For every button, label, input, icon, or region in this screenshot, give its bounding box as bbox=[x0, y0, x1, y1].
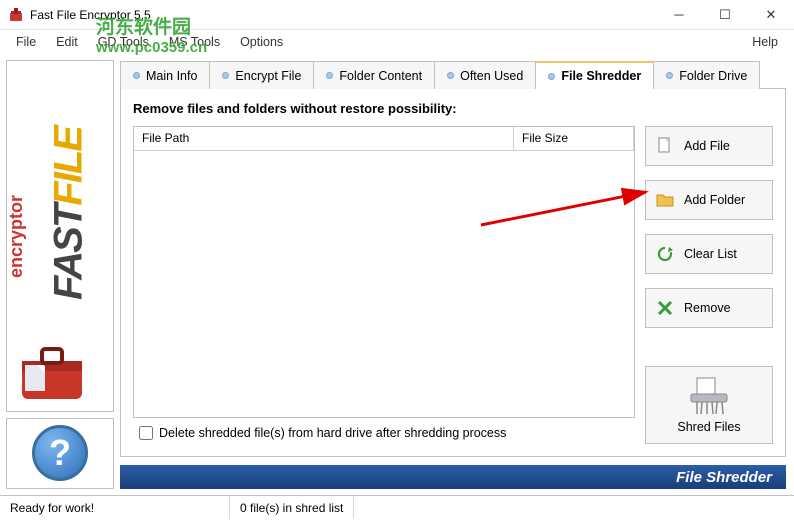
dot-icon bbox=[222, 72, 229, 79]
button-label: Add Folder bbox=[684, 193, 745, 207]
clear-list-button[interactable]: Clear List bbox=[645, 234, 773, 274]
column-headers: File Path File Size bbox=[134, 127, 634, 151]
tab-label: Often Used bbox=[460, 69, 523, 83]
button-label: Remove bbox=[684, 301, 731, 315]
briefcase-icon bbox=[17, 343, 87, 403]
menu-ms-tools[interactable]: MS Tools bbox=[159, 32, 230, 52]
maximize-button[interactable]: ☐ bbox=[702, 0, 748, 30]
tab-file-shredder[interactable]: File Shredder bbox=[535, 61, 654, 89]
delete-checkbox-row[interactable]: Delete shredded file(s) from hard drive … bbox=[133, 418, 635, 444]
logo-file: FILE bbox=[47, 127, 91, 206]
tab-encrypt-file[interactable]: Encrypt File bbox=[209, 61, 314, 89]
menubar: File Edit GD Tools MS Tools Options Help bbox=[0, 30, 794, 54]
refresh-icon bbox=[656, 245, 674, 263]
minimize-button[interactable]: ─ bbox=[656, 0, 702, 30]
file-icon bbox=[656, 137, 674, 155]
titlebar: Fast File Encryptor 5.5 ─ ☐ ✕ bbox=[0, 0, 794, 30]
remove-button[interactable]: Remove bbox=[645, 288, 773, 328]
tab-label: Folder Drive bbox=[679, 69, 747, 83]
tab-folder-drive[interactable]: Folder Drive bbox=[653, 61, 760, 89]
delete-checkbox-label: Delete shredded file(s) from hard drive … bbox=[159, 426, 506, 440]
statusbar: Ready for work! 0 file(s) in shred list bbox=[0, 495, 794, 519]
panel-heading: Remove files and folders without restore… bbox=[133, 101, 773, 116]
menu-edit[interactable]: Edit bbox=[46, 32, 88, 52]
status-count: 0 file(s) in shred list bbox=[230, 496, 354, 519]
tab-label: Encrypt File bbox=[235, 69, 301, 83]
help-panel: ? bbox=[6, 418, 114, 489]
col-file-path[interactable]: File Path bbox=[134, 127, 514, 150]
tab-label: File Shredder bbox=[561, 69, 641, 83]
help-button[interactable]: ? bbox=[32, 425, 88, 481]
menu-help[interactable]: Help bbox=[742, 32, 788, 52]
logo-panel: encryptor FASTFILE bbox=[6, 60, 114, 412]
remove-icon bbox=[656, 299, 674, 317]
status-ready: Ready for work! bbox=[0, 496, 230, 519]
button-label: Shred Files bbox=[677, 420, 740, 434]
button-label: Clear List bbox=[684, 247, 737, 261]
shredder-icon bbox=[689, 376, 729, 416]
main-panel: Remove files and folders without restore… bbox=[120, 88, 786, 457]
dot-icon bbox=[666, 72, 673, 79]
window-title: Fast File Encryptor 5.5 bbox=[30, 8, 656, 22]
footer-bar: File Shredder bbox=[120, 465, 786, 489]
logo-fast: FAST bbox=[47, 206, 91, 300]
close-button[interactable]: ✕ bbox=[748, 0, 794, 30]
menu-file[interactable]: File bbox=[6, 32, 46, 52]
file-list[interactable]: File Path File Size bbox=[133, 126, 635, 418]
menu-options[interactable]: Options bbox=[230, 32, 293, 52]
dot-icon bbox=[548, 73, 555, 80]
menu-gd-tools[interactable]: GD Tools bbox=[88, 32, 159, 52]
shred-files-button[interactable]: Shred Files bbox=[645, 366, 773, 444]
delete-checkbox[interactable] bbox=[139, 426, 153, 440]
button-label: Add File bbox=[684, 139, 730, 153]
folder-icon bbox=[656, 191, 674, 209]
col-file-size[interactable]: File Size bbox=[514, 127, 634, 150]
app-icon bbox=[8, 7, 24, 23]
tab-label: Main Info bbox=[146, 69, 197, 83]
tab-label: Folder Content bbox=[339, 69, 422, 83]
dot-icon bbox=[447, 72, 454, 79]
list-body bbox=[134, 151, 634, 417]
logo-encryptor: encryptor bbox=[6, 195, 27, 278]
tab-often-used[interactable]: Often Used bbox=[434, 61, 536, 89]
add-file-button[interactable]: Add File bbox=[645, 126, 773, 166]
sidebar: encryptor FASTFILE ? bbox=[0, 54, 116, 495]
dot-icon bbox=[326, 72, 333, 79]
tab-folder-content[interactable]: Folder Content bbox=[313, 61, 435, 89]
dot-icon bbox=[133, 72, 140, 79]
add-folder-button[interactable]: Add Folder bbox=[645, 180, 773, 220]
tabs: Main Info Encrypt File Folder Content Of… bbox=[120, 60, 786, 88]
tab-main-info[interactable]: Main Info bbox=[120, 61, 210, 89]
